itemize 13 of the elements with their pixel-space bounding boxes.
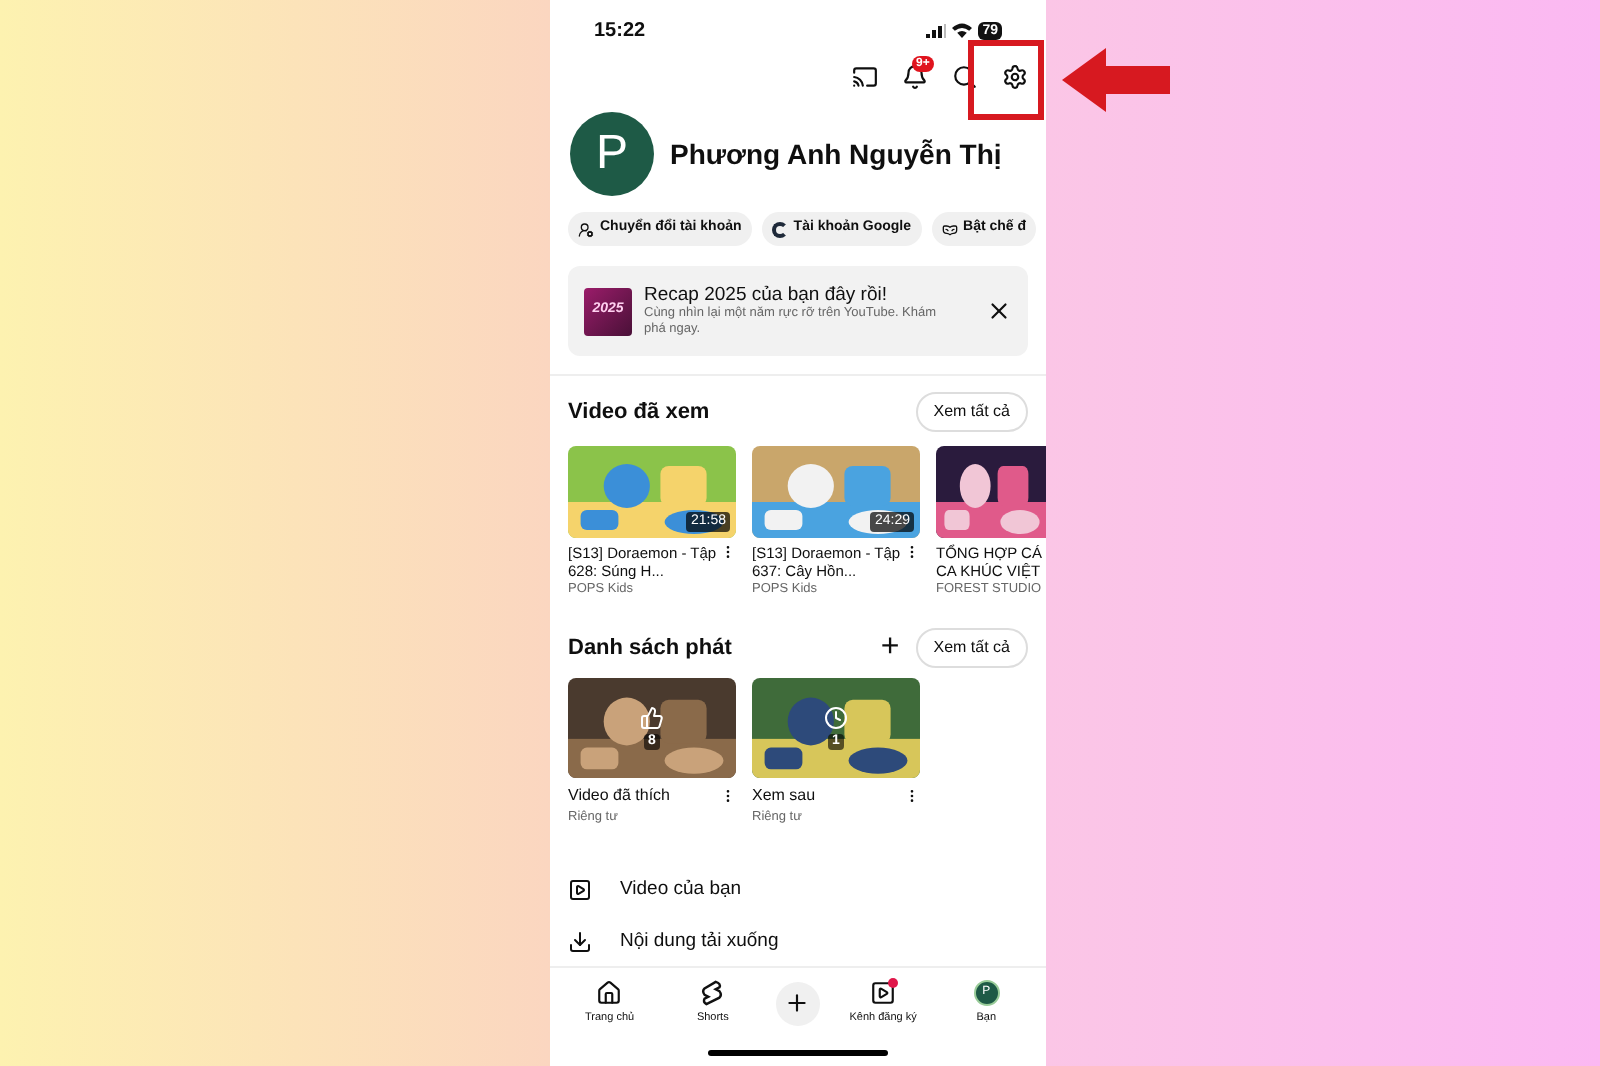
library-item[interactable]: Nội dung tải xuống	[568, 927, 1028, 956]
playlist-title: Xem sau	[752, 783, 818, 808]
add-button[interactable]: +	[880, 631, 900, 664]
section-title: Danh sách phát	[568, 633, 734, 663]
playlist-title: Video đã thích	[568, 783, 673, 808]
view-all-button[interactable]: Xem tất cả	[915, 392, 1028, 432]
profile-name: Phương Anh Nguyễn Thị	[670, 135, 1002, 174]
library-item[interactable]: Video của bạn	[568, 875, 1028, 904]
status-time: 15:22	[594, 17, 646, 45]
section-title: Video đã xem	[568, 397, 710, 428]
profile-avatar: P	[570, 112, 654, 196]
view-all-button[interactable]: Xem tất cả	[915, 627, 1028, 668]
recap-title: Recap 2025 của bạn đây rồi!	[644, 284, 889, 306]
